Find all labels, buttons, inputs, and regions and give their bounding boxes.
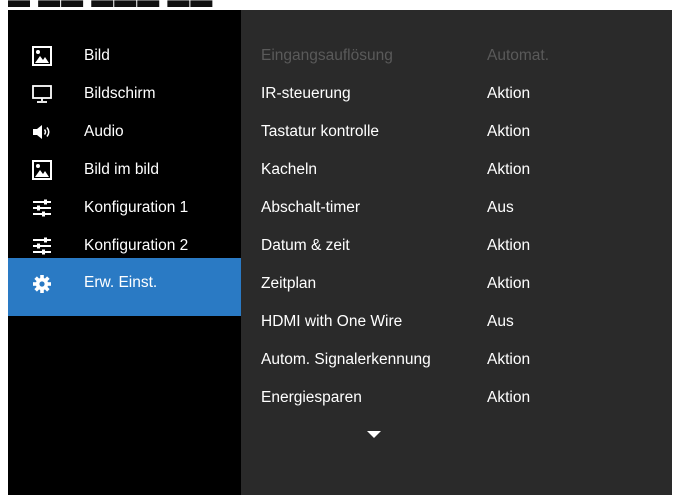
sidebar-item-bildschirm[interactable]: Bildschirm xyxy=(8,75,241,113)
sidebar-item-label: Bild xyxy=(84,47,110,64)
sidebar-item-label: Audio xyxy=(84,123,124,140)
sidebar-item-label: Bildschirm xyxy=(84,85,156,102)
row-value: Aktion xyxy=(487,85,531,102)
cropped-heading: ▬ ▬▬ ▬▬▬ ▬▬ xyxy=(0,0,680,10)
row-label: Kacheln xyxy=(261,161,318,178)
row-value: Aus xyxy=(487,199,514,216)
sidebar-item-label: Erw. Einst. xyxy=(84,274,158,291)
sidebar-item-konfiguration-1[interactable]: Konfiguration 1 xyxy=(8,189,241,227)
sidebar-item-label: Konfiguration 1 xyxy=(84,199,189,216)
osd-menu: Bild Bildschirm Audio Bild im bild Konfi… xyxy=(8,10,672,495)
chevron-down-icon[interactable] xyxy=(367,431,381,438)
sidebar-item-erw-einst[interactable]: Erw. Einst. xyxy=(8,258,241,316)
settings-panel: Eingangsauflösung Automat. IR-steuerung … xyxy=(241,10,672,495)
sidebar: Bild Bildschirm Audio Bild im bild Konfi… xyxy=(8,10,241,495)
row-value: Automat. xyxy=(487,47,550,64)
monitor-icon xyxy=(32,84,52,104)
row-label: Abschalt-timer xyxy=(261,199,361,216)
settings-row-autom-signalerkennung[interactable]: Autom. Signalerkennung Aktion xyxy=(241,341,672,379)
row-value: Aktion xyxy=(487,389,531,406)
row-label: IR-steuerung xyxy=(261,85,351,102)
settings-row-eingangsaufloesung: Eingangsauflösung Automat. xyxy=(241,37,672,75)
speaker-icon xyxy=(32,122,52,142)
row-label: Datum & zeit xyxy=(261,237,350,254)
sidebar-item-label: Bild im bild xyxy=(84,161,159,178)
picture-icon xyxy=(32,46,52,66)
sliders-icon xyxy=(32,236,52,256)
settings-row-hdmi-one-wire[interactable]: HDMI with One Wire Aus xyxy=(241,303,672,341)
sidebar-item-bild[interactable]: Bild xyxy=(8,37,241,75)
row-value: Aktion xyxy=(487,237,531,254)
row-label: Tastatur kontrolle xyxy=(261,123,380,140)
row-value: Aktion xyxy=(487,161,531,178)
settings-row-kacheln[interactable]: Kacheln Aktion xyxy=(241,151,672,189)
sliders-icon xyxy=(32,198,52,218)
row-value: Aktion xyxy=(487,275,531,292)
sidebar-item-label: Konfiguration 2 xyxy=(84,237,189,254)
row-label: Zeitplan xyxy=(261,275,317,292)
row-value: Aktion xyxy=(487,123,531,140)
row-value: Aktion xyxy=(487,351,531,368)
settings-row-abschalt-timer[interactable]: Abschalt-timer Aus xyxy=(241,189,672,227)
settings-row-zeitplan[interactable]: Zeitplan Aktion xyxy=(241,265,672,303)
row-label: HDMI with One Wire xyxy=(261,313,403,330)
settings-row-energiesparen[interactable]: Energiesparen Aktion xyxy=(241,379,672,417)
row-label: Autom. Signalerkennung xyxy=(261,351,431,368)
settings-row-tastatur-kontrolle[interactable]: Tastatur kontrolle Aktion xyxy=(241,113,672,151)
settings-row-datum-zeit[interactable]: Datum & zeit Aktion xyxy=(241,227,672,265)
picture-icon xyxy=(32,160,52,180)
row-label: Energiesparen xyxy=(261,389,362,406)
settings-row-ir-steuerung[interactable]: IR-steuerung Aktion xyxy=(241,75,672,113)
sidebar-item-bild-im-bild[interactable]: Bild im bild xyxy=(8,151,241,189)
sidebar-item-audio[interactable]: Audio xyxy=(8,113,241,151)
gear-icon xyxy=(32,274,52,294)
row-label: Eingangsauflösung xyxy=(261,47,393,64)
row-value: Aus xyxy=(487,313,514,330)
